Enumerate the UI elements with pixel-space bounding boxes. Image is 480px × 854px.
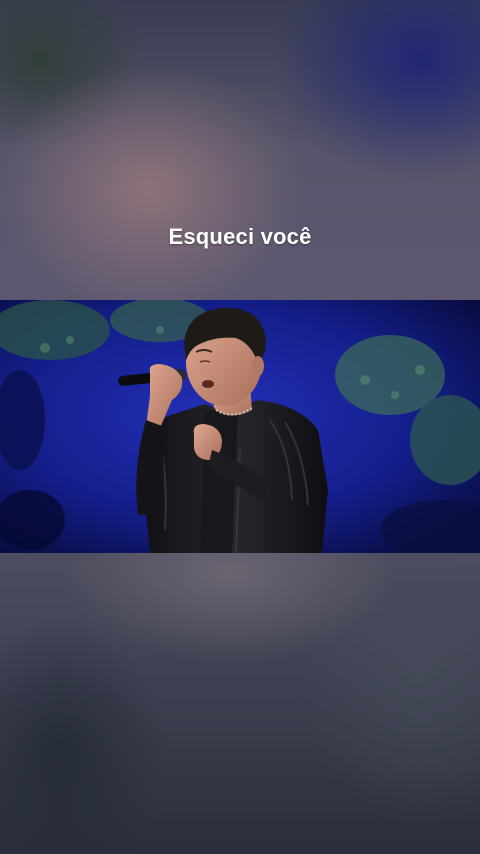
blurred-background-bottom — [0, 553, 480, 854]
blurred-background-top — [0, 0, 480, 300]
story-caption: Esqueci você — [168, 224, 312, 249]
video-frame[interactable] — [0, 300, 480, 553]
story-viewer[interactable]: Esqueci você — [0, 0, 480, 854]
singer-video-image — [0, 300, 480, 553]
